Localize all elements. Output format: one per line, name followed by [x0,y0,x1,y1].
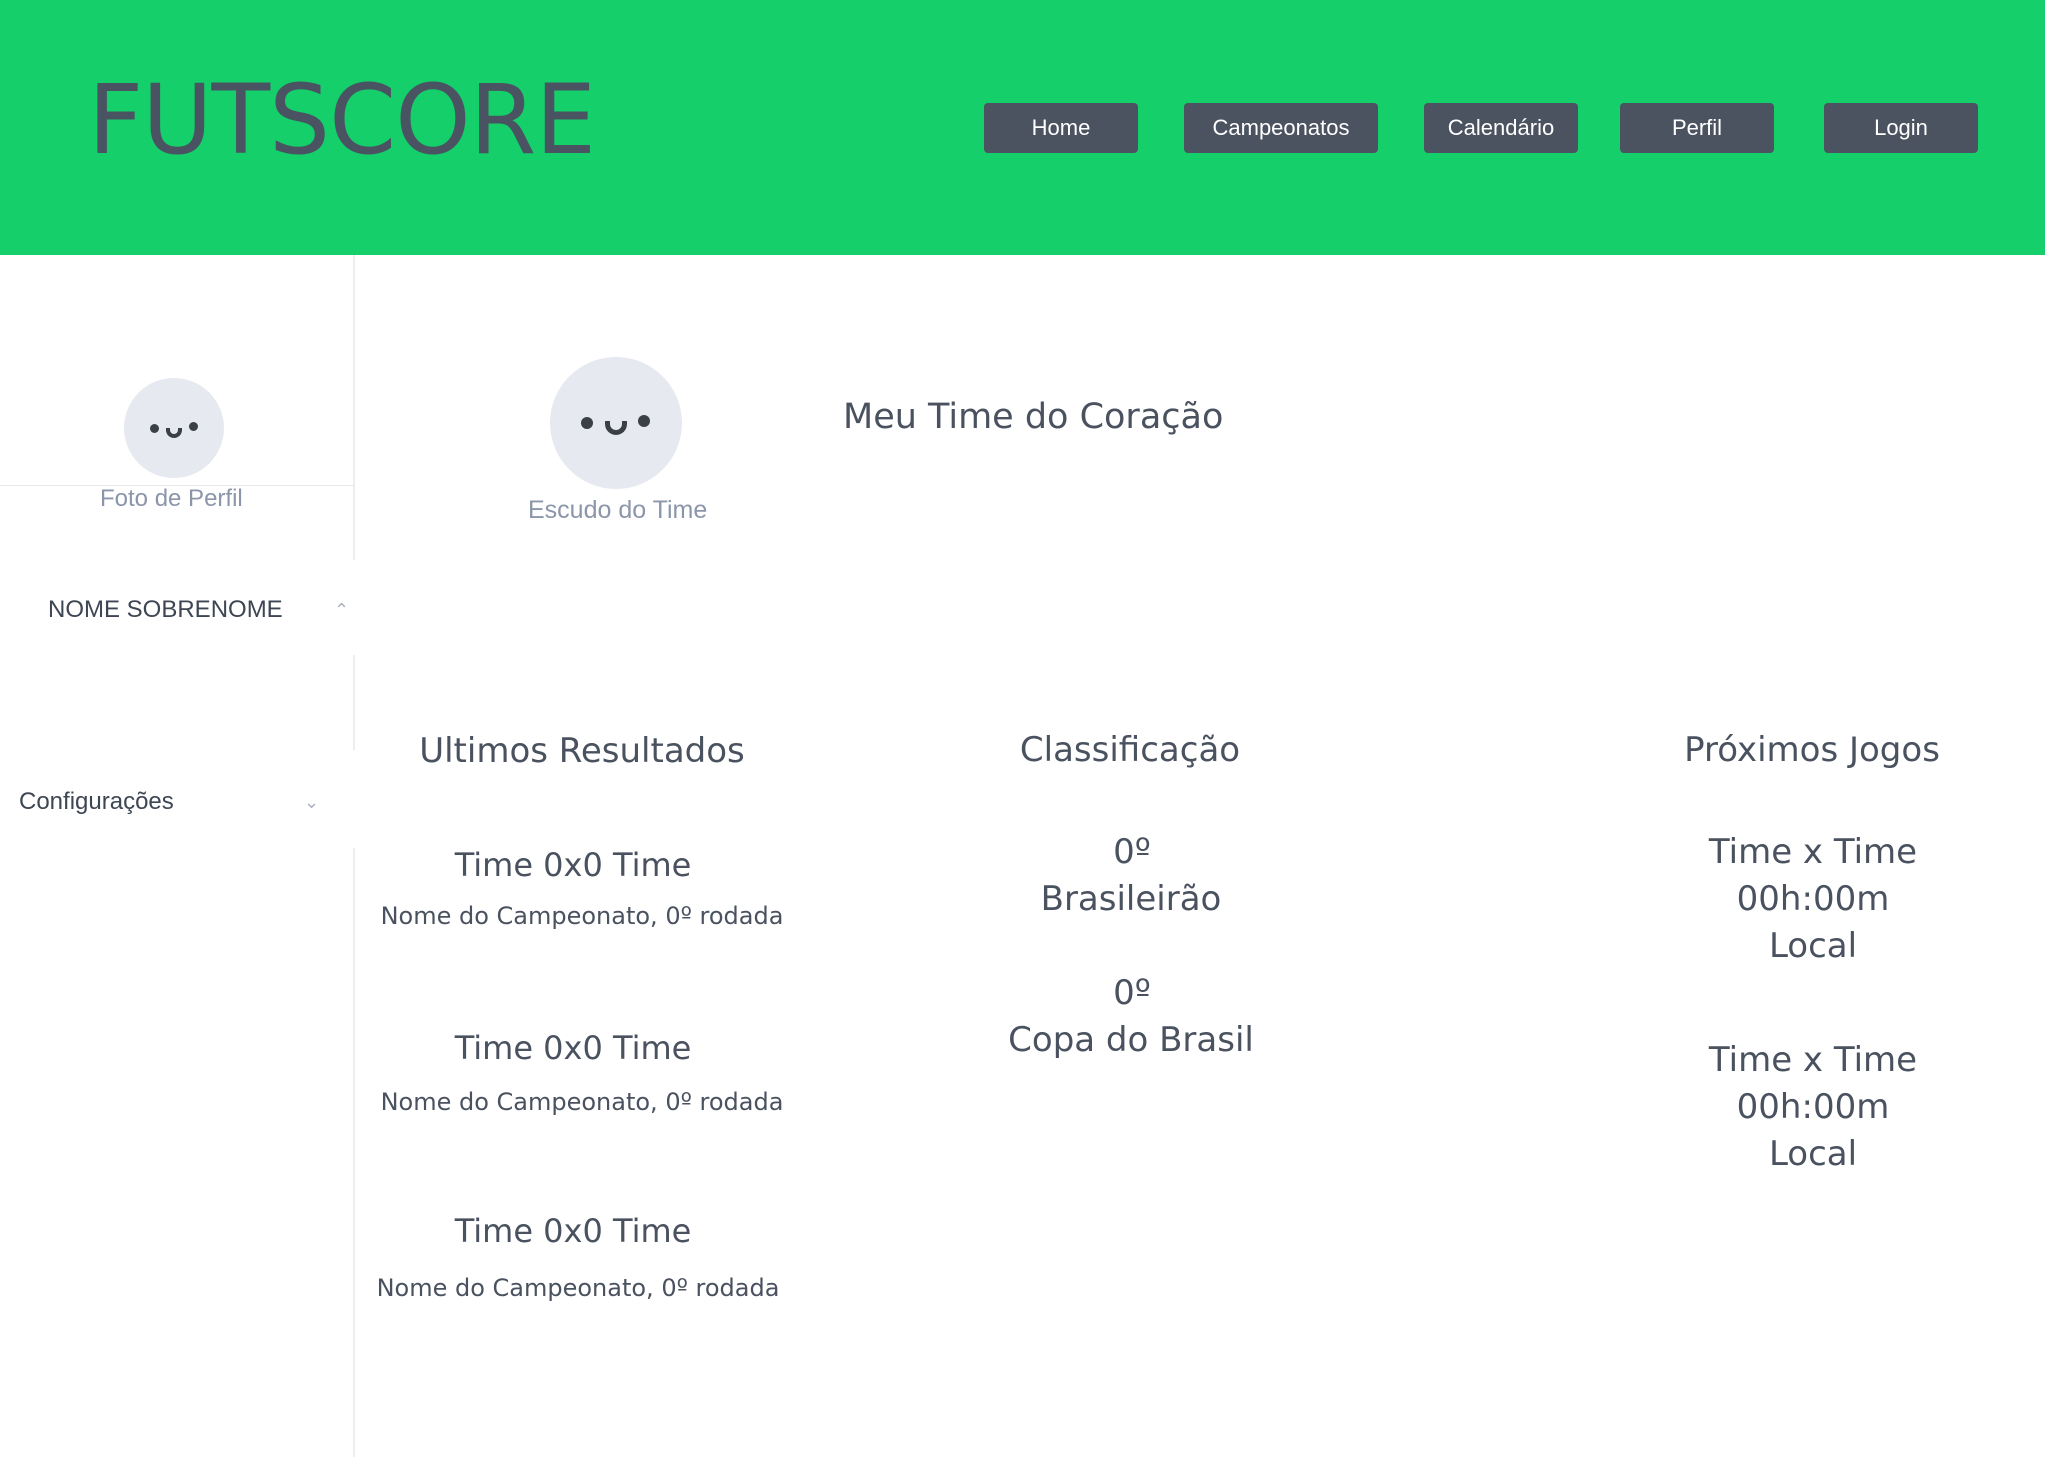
standing-championship: Copa do Brasil [1008,1020,1254,1060]
upcoming-time: 00h:00m [1736,879,1890,919]
result-score: Time 0x0 Time [454,1029,692,1067]
sidebar-divider [353,655,355,750]
team-title: Meu Time do Coração [843,397,1224,437]
sidebar-divider [353,255,355,560]
nav-campeonatos-button[interactable]: Campeonatos [1184,103,1378,153]
profile-avatar[interactable] [124,378,224,478]
sidebar-divider [353,848,355,1457]
standing-position: 0º [1113,973,1151,1013]
crest-mouth [605,421,627,435]
standings-title: Classificação [1019,730,1241,770]
nav-login-button[interactable]: Login [1824,103,1978,153]
nav-calendario-button[interactable]: Calendário [1424,103,1578,153]
profile-photo-label: Foto de Perfil [100,485,243,512]
nav-home-button[interactable]: Home [984,103,1138,153]
chevron-up-icon: ⌃ [334,599,350,620]
crest-eye-right [638,415,650,427]
upcoming-time: 00h:00m [1736,1087,1890,1127]
app-logo[interactable]: FUTSCORE [88,72,596,168]
result-score: Time 0x0 Time [454,846,692,884]
avatar-eye-right [189,422,198,431]
upcoming-match: Time x Time [1708,1040,1918,1080]
upcoming-place: Local [1768,1134,1858,1174]
standing-championship: Brasileirão [1040,879,1222,919]
avatar-mouth [166,428,182,438]
standing-position: 0º [1113,832,1151,872]
upcoming-match: Time x Time [1708,832,1918,872]
sidebar-settings-label: Configurações [19,788,174,815]
top-header: FUTSCORE Home Campeonatos Calendário Per… [0,0,2045,255]
results-title: Ultimos Resultados [419,731,745,771]
sidebar-name-label: NOME SOBRENOME [48,596,283,623]
team-crest[interactable] [550,357,682,489]
result-championship: Nome do Campeonato, 0º rodada [380,902,784,930]
result-championship: Nome do Campeonato, 0º rodada [380,1088,784,1116]
crest-eye-left [581,417,593,429]
chevron-down-icon: ⌄ [304,792,320,812]
avatar-eye-left [150,424,159,433]
team-crest-label: Escudo do Time [528,496,708,524]
upcoming-place: Local [1768,926,1858,966]
sidebar-item-name[interactable]: NOME SOBRENOME ⌃ [0,585,354,635]
sidebar-item-settings[interactable]: Configurações ⌄ [0,780,354,830]
result-score: Time 0x0 Time [454,1212,692,1250]
result-championship: Nome do Campeonato, 0º rodada [376,1274,780,1302]
nav-perfil-button[interactable]: Perfil [1620,103,1774,153]
upcoming-title: Próximos Jogos [1684,730,1940,770]
